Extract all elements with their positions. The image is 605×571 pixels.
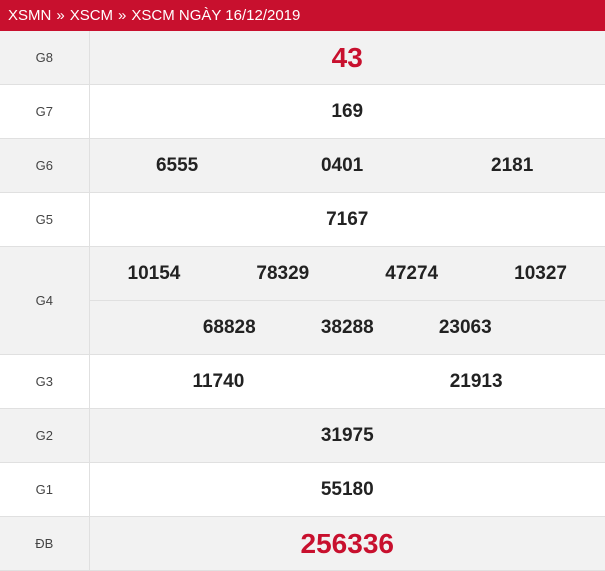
prize-label: G4 <box>0 246 90 355</box>
prize-number: 21913 <box>449 370 503 392</box>
prize-row-g6: G6 6555 0401 2181 <box>0 138 605 193</box>
prize-number: 169 <box>331 100 364 122</box>
prize-number: 7167 <box>326 208 369 230</box>
prize-number: 31975 <box>320 424 374 446</box>
prize-row-g4: G4 10154 78329 47274 10327 68828 38288 2… <box>0 246 605 355</box>
breadcrumb: XSMN » XSCM » XSCM NGÀY 16/12/2019 <box>0 0 605 31</box>
breadcrumb-separator: » <box>56 7 65 24</box>
prize-row-g3: G3 11740 21913 <box>0 354 605 409</box>
prize-number: 10154 <box>127 262 181 284</box>
prize-values: 31975 <box>89 408 605 463</box>
prize-values: 256336 <box>89 516 605 571</box>
prize-number: 23063 <box>438 316 492 338</box>
prize-number: 10327 <box>514 262 567 284</box>
prize-values: 6555 0401 2181 <box>89 138 605 193</box>
prize-row-g7: G7 169 <box>0 84 605 139</box>
prize-number: 47274 <box>385 262 439 284</box>
breadcrumb-xscm-link[interactable]: XSCM <box>70 7 113 24</box>
special-prize-number: 256336 <box>300 527 394 559</box>
prize-label: ĐB <box>0 516 90 571</box>
breadcrumb-xscm-date-link[interactable]: XSCM NGÀY 16/12/2019 <box>131 7 300 24</box>
breadcrumb-separator: » <box>118 7 127 24</box>
prize-number: 78329 <box>256 262 310 284</box>
prize-number: 38288 <box>320 316 374 338</box>
prize-row-g8: G8 43 <box>0 31 605 85</box>
prize-values: 11740 21913 <box>89 354 605 409</box>
prize-label: G6 <box>0 138 90 193</box>
prize-values: 55180 <box>89 462 605 517</box>
prize-number: 55180 <box>320 478 374 500</box>
prize-label: G5 <box>0 192 90 247</box>
prize-label: G3 <box>0 354 90 409</box>
prize-label: G2 <box>0 408 90 463</box>
prize-number: 6555 <box>155 154 199 176</box>
prize-row-g1: G1 55180 <box>0 462 605 517</box>
prize-row-db: ĐB 256336 <box>0 516 605 571</box>
prize-row-g2: G2 31975 <box>0 408 605 463</box>
prize-number: 2181 <box>491 154 534 176</box>
prize-values: 169 <box>89 84 605 139</box>
results-table: G8 43 G7 169 G6 6555 0401 2181 G5 7167 G… <box>0 31 605 571</box>
prize-number: 11740 <box>192 370 245 392</box>
prize-values: 7167 <box>89 192 605 247</box>
prize-values: 43 <box>89 31 605 85</box>
prize-number: 43 <box>331 41 363 73</box>
prize-label: G7 <box>0 84 90 139</box>
prize-row-g5: G5 7167 <box>0 192 605 247</box>
prize-number: 0401 <box>320 154 364 176</box>
breadcrumb-xsmn-link[interactable]: XSMN <box>8 7 51 24</box>
prize-label: G8 <box>0 31 90 85</box>
prize-number: 68828 <box>202 316 256 338</box>
prize-values: 10154 78329 47274 10327 68828 38288 2306… <box>89 246 605 355</box>
prize-label: G1 <box>0 462 90 517</box>
